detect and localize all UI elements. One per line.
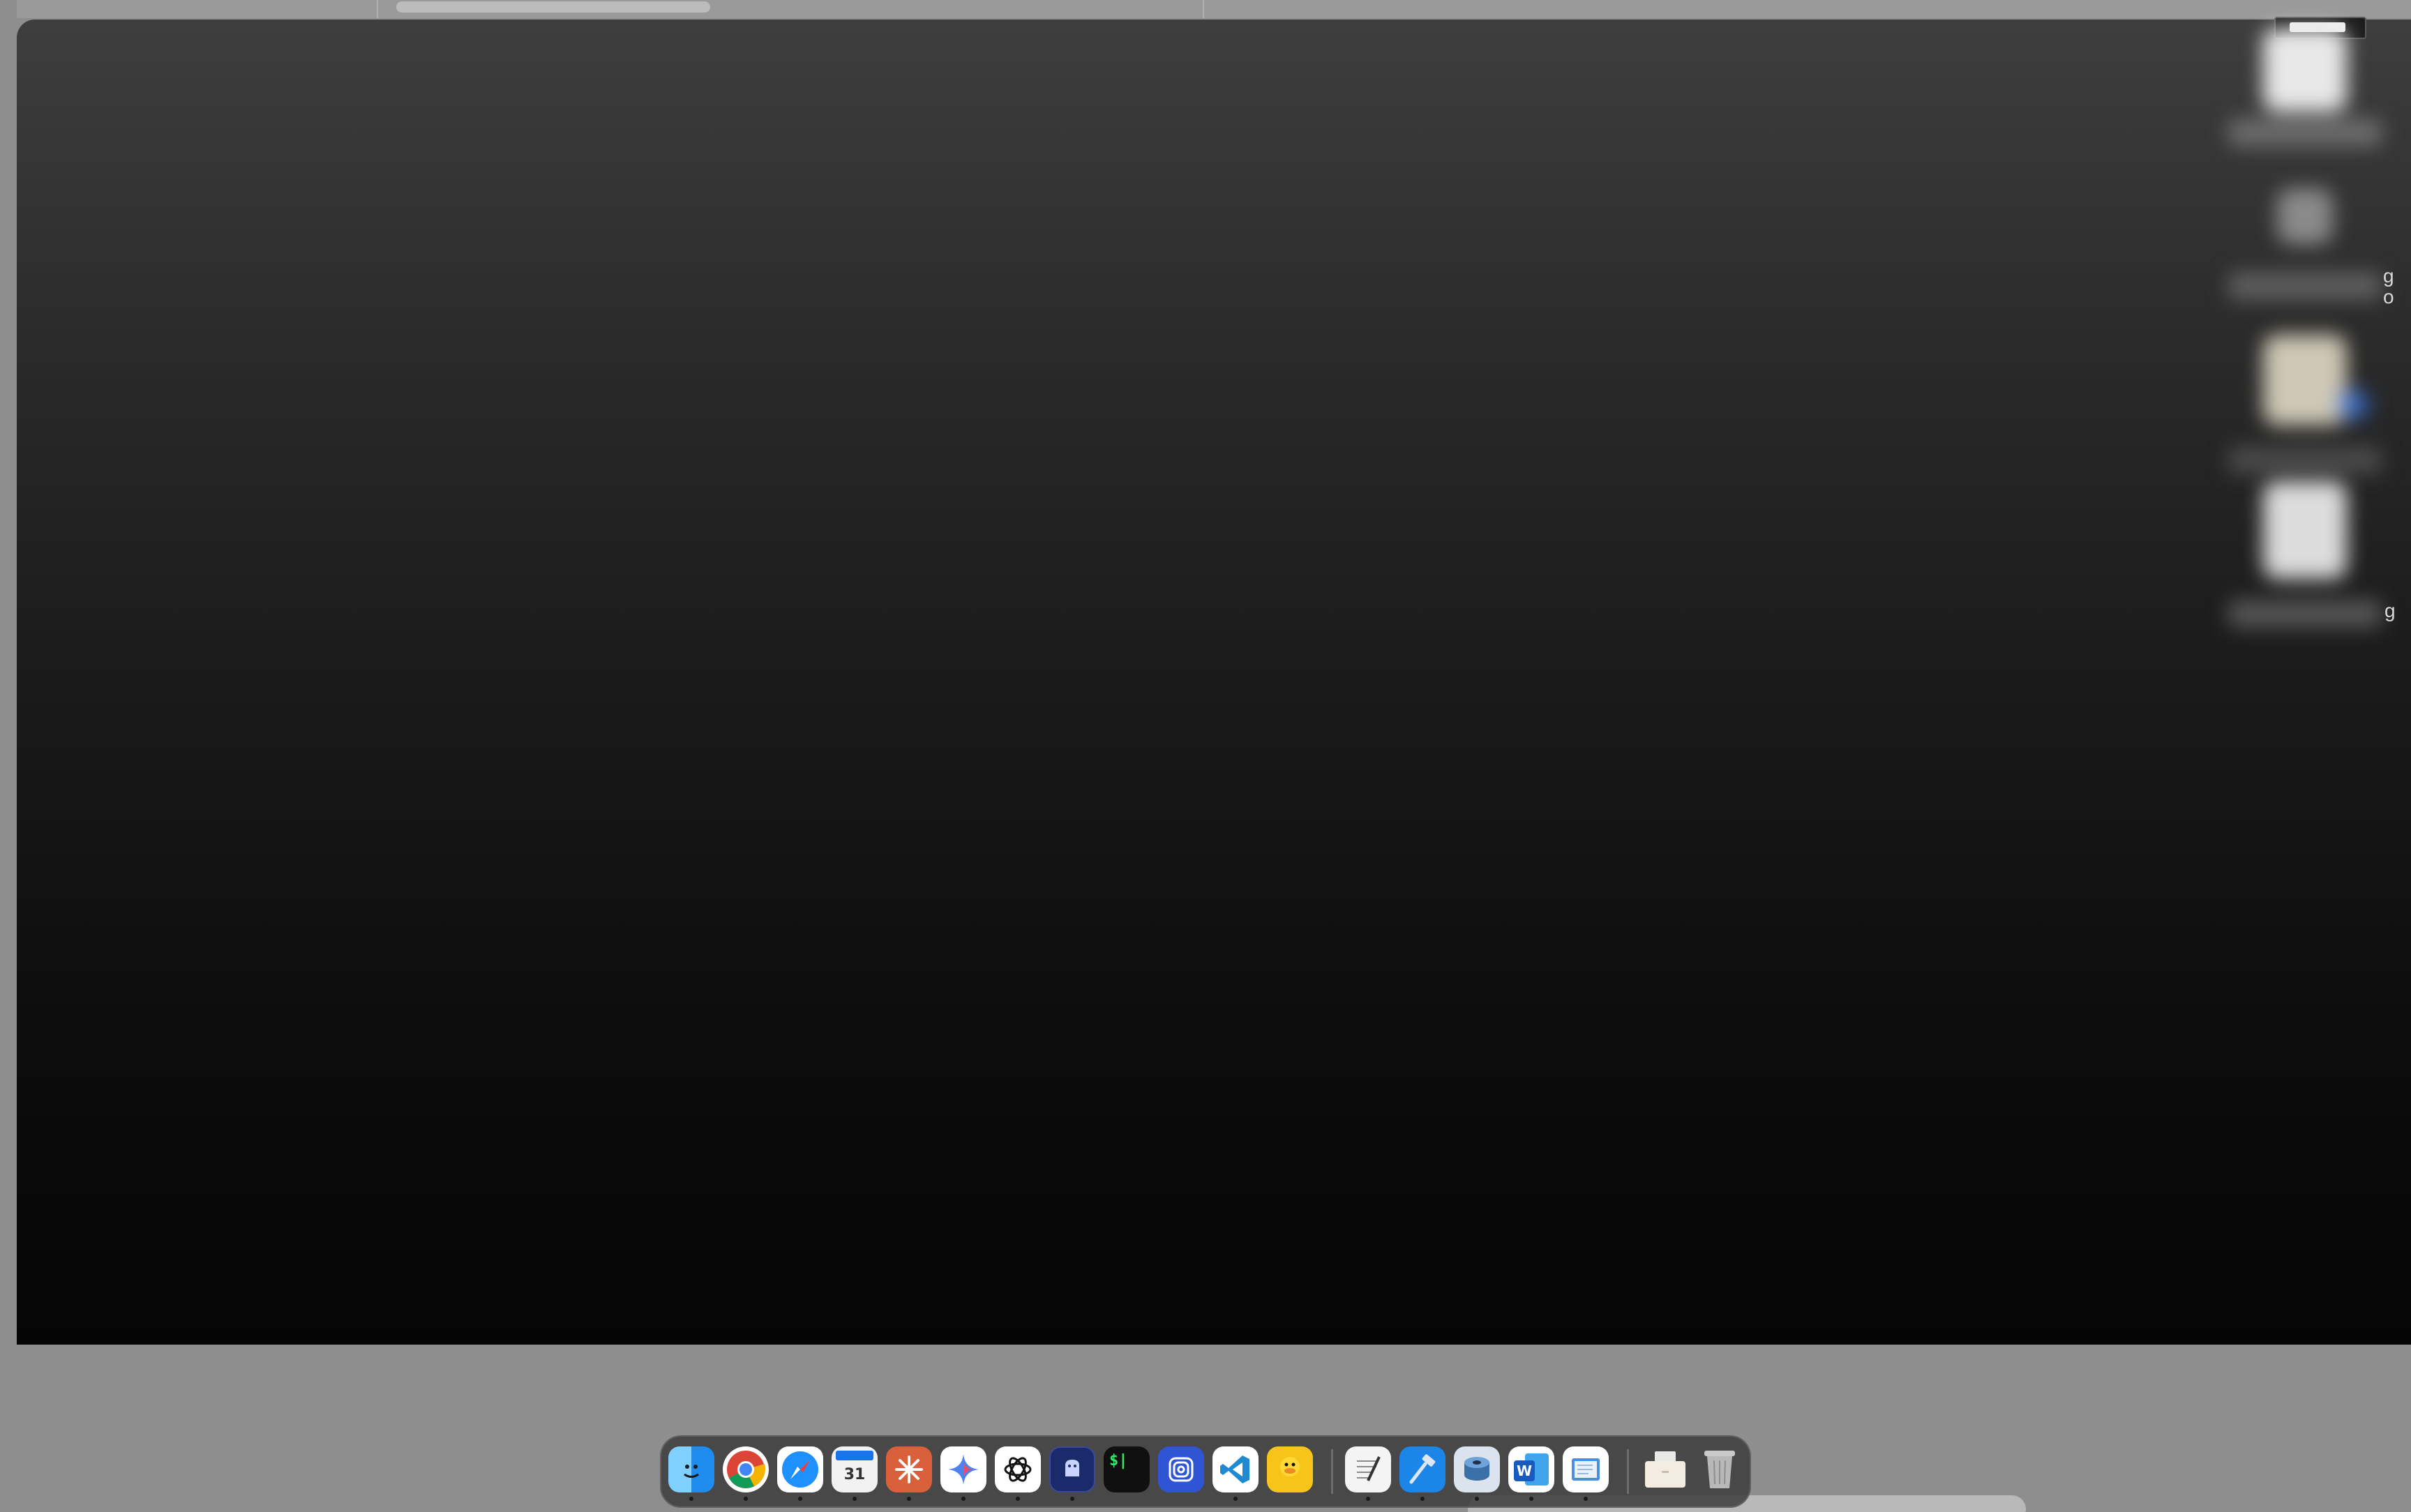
running-indicator <box>1366 1497 1370 1501</box>
window-left-edge <box>0 0 17 1346</box>
dock-separator <box>1627 1449 1629 1494</box>
blurred-thumbnail[interactable] <box>2221 467 2389 663</box>
running-indicator <box>689 1497 693 1501</box>
dark-overlay-panel <box>17 20 2411 1345</box>
running-indicator <box>1584 1497 1588 1501</box>
vscode-icon[interactable] <box>1212 1446 1259 1492</box>
running-indicator <box>1420 1497 1425 1501</box>
thumbnail-accent <box>2340 391 2368 418</box>
running-indicator <box>961 1497 966 1501</box>
calendar-header <box>836 1451 873 1460</box>
running-indicator <box>1529 1497 1533 1501</box>
thumbnail-image <box>2277 188 2333 244</box>
trash-icon[interactable] <box>1697 1446 1743 1492</box>
dock-separator <box>1331 1449 1333 1494</box>
running-indicator <box>853 1497 857 1501</box>
finder-icon[interactable] <box>668 1446 714 1492</box>
edge-text: o <box>2383 286 2394 308</box>
disk-icon[interactable] <box>1454 1446 1500 1492</box>
running-indicator <box>1070 1497 1074 1501</box>
preview-icon[interactable] <box>1563 1446 1609 1492</box>
edge-text: g <box>2383 265 2394 287</box>
textedit-icon[interactable] <box>1345 1446 1391 1492</box>
sparkle-icon[interactable] <box>940 1446 986 1492</box>
chatgpt-icon[interactable] <box>995 1446 1041 1492</box>
calendar-day: 31 <box>843 1465 866 1483</box>
calendar-icon[interactable]: 31 <box>832 1446 878 1492</box>
chrome-icon[interactable] <box>723 1446 769 1492</box>
blurred-thumbnail[interactable] <box>2221 328 2389 488</box>
window-top-strip <box>0 0 2411 18</box>
thumbnail-image <box>2263 28 2347 112</box>
word-icon[interactable]: W <box>1508 1446 1554 1492</box>
claude-icon[interactable] <box>886 1446 932 1492</box>
blurred-thumbnail[interactable] <box>2221 21 2389 160</box>
thumbnail-image <box>2263 335 2347 425</box>
thumbnail-caption <box>2228 272 2382 300</box>
thumbnail-caption <box>2228 600 2382 628</box>
thumbnail-image <box>2263 481 2347 579</box>
safari-icon[interactable] <box>777 1446 823 1492</box>
desktop-screen: g o g 31 $| W <box>0 0 2411 1512</box>
running-indicator <box>1233 1497 1238 1501</box>
horizontal-scrollbar[interactable] <box>396 1 710 13</box>
running-indicator <box>907 1497 911 1501</box>
running-indicator <box>1016 1497 1020 1501</box>
spiral-icon[interactable] <box>1158 1446 1204 1492</box>
dock: 31 $| W <box>660 1435 1751 1508</box>
running-indicator <box>744 1497 748 1501</box>
thumbnail-caption <box>2228 119 2382 146</box>
ghost-icon[interactable] <box>1049 1446 1095 1492</box>
running-indicator <box>798 1497 802 1501</box>
duck-icon[interactable] <box>1267 1446 1313 1492</box>
pane-divider <box>377 0 378 18</box>
folder-icon[interactable] <box>1642 1446 1688 1492</box>
blurred-thumbnail[interactable] <box>2221 167 2389 342</box>
running-indicator <box>1475 1497 1479 1501</box>
thumbnail-column <box>2221 21 2389 649</box>
word-badge: W <box>1514 1460 1535 1481</box>
terminal-icon[interactable]: $| <box>1104 1446 1150 1492</box>
hammer-icon[interactable] <box>1399 1446 1445 1492</box>
terminal-prompt: $| <box>1109 1452 1128 1469</box>
edge-text: g <box>2384 600 2396 621</box>
pane-divider <box>1203 0 1204 18</box>
